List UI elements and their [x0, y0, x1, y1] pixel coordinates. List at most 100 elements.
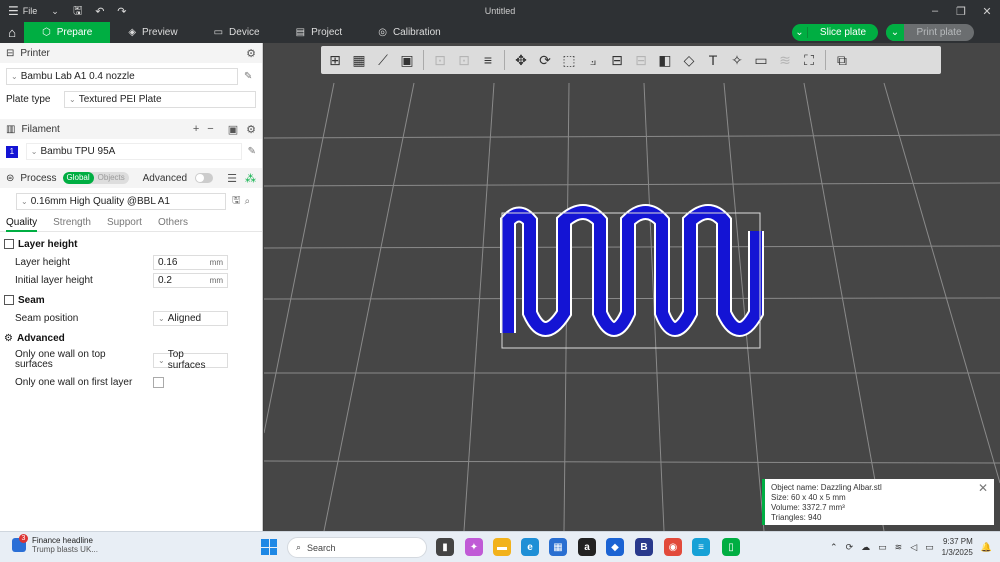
- filament-select[interactable]: ⌄ Bambu TPU 95A: [25, 143, 242, 160]
- advanced-toggle[interactable]: [195, 173, 214, 183]
- save-preset-icon[interactable]: 🖫: [232, 193, 241, 210]
- remove-icon[interactable]: −: [207, 123, 213, 136]
- seam-position-select[interactable]: ⌄ Aligned: [153, 310, 228, 326]
- tab-device[interactable]: ▭ Device: [196, 22, 278, 43]
- tab-others[interactable]: Others: [158, 214, 188, 232]
- redo-icon[interactable]: ↷: [111, 0, 133, 22]
- process-scope-toggle[interactable]: Global Objects: [62, 172, 129, 184]
- printer-select[interactable]: ⌄ Bambu Lab A1 0.4 nozzle: [6, 67, 238, 85]
- rotate-icon[interactable]: ⟳: [535, 50, 555, 70]
- bambu-studio-icon[interactable]: ▯: [722, 538, 740, 556]
- initial-layer-height-input[interactable]: 0.2 mm: [153, 272, 228, 288]
- add-plate-icon[interactable]: ▦: [349, 50, 369, 70]
- support-paint-icon[interactable]: ◧: [655, 50, 675, 70]
- one-wall-first-checkbox[interactable]: [153, 376, 164, 388]
- move-icon[interactable]: ✥: [511, 50, 531, 70]
- save-icon[interactable]: 🖫: [67, 0, 89, 22]
- text-icon[interactable]: T: [703, 50, 723, 70]
- home-icon[interactable]: ⌂: [0, 22, 24, 43]
- one-wall-top-select[interactable]: ⌄ Top surfaces: [153, 349, 228, 371]
- process-icon: ⊜: [6, 172, 15, 184]
- print-plate-button[interactable]: ⌄ Print plate: [886, 24, 974, 41]
- chrome-icon[interactable]: ◉: [664, 538, 682, 556]
- tab-project[interactable]: ▤ Project: [278, 22, 361, 43]
- minimize-button[interactable]: –: [922, 0, 948, 22]
- list-icon[interactable]: ☰: [227, 172, 237, 185]
- tab-calibration-label: Calibration: [392, 27, 441, 38]
- color-paint-icon[interactable]: ✧: [727, 50, 747, 70]
- file-menu[interactable]: ☰ File ⌄: [0, 0, 67, 22]
- filament-name: Bambu TPU 95A: [40, 146, 116, 157]
- app-icon[interactable]: ≡: [692, 538, 710, 556]
- chevron-down-icon[interactable]: ⌄: [886, 24, 904, 41]
- edit-icon[interactable]: ✎: [244, 71, 252, 82]
- layer-height-input[interactable]: 0.16 mm: [153, 254, 228, 270]
- auto-orient-icon[interactable]: ⟋: [373, 50, 393, 70]
- dropbox-icon[interactable]: ◆: [606, 538, 624, 556]
- split-objects-icon[interactable]: ⊡: [430, 50, 450, 70]
- refresh-icon[interactable]: ⟳: [846, 542, 854, 553]
- seam-paint-icon[interactable]: ◇: [679, 50, 699, 70]
- fit-view-icon[interactable]: ⛶: [799, 50, 819, 70]
- gear-icon[interactable]: ⚙: [246, 123, 256, 136]
- cut-icon[interactable]: ⊟: [607, 50, 627, 70]
- scope-global[interactable]: Global: [62, 172, 94, 184]
- measure-icon[interactable]: ▭: [751, 50, 771, 70]
- chevron-up-icon[interactable]: ⌃: [830, 542, 838, 553]
- layers-editing-icon[interactable]: ≡: [478, 50, 498, 70]
- close-window-button[interactable]: ✕: [974, 0, 1000, 22]
- tab-preview[interactable]: ◈ Preview: [110, 22, 195, 43]
- search-icon[interactable]: ⌕: [245, 196, 251, 207]
- split-parts-icon[interactable]: ⊡: [454, 50, 474, 70]
- chevron-down-icon[interactable]: ⌄: [792, 27, 808, 38]
- filament-slot-badge[interactable]: 1: [6, 145, 18, 158]
- tab-strength[interactable]: Strength: [53, 214, 91, 232]
- tab-quality[interactable]: Quality: [6, 214, 38, 232]
- add-icon[interactable]: +: [193, 123, 199, 136]
- news-widget[interactable]: Finance headline Trump blasts UK...: [12, 534, 98, 554]
- slice-plate-button[interactable]: ⌄ Slice plate: [792, 24, 878, 41]
- display-icon[interactable]: ▭: [878, 542, 887, 553]
- taskbar-search[interactable]: ⌕ Search: [287, 537, 427, 558]
- clock[interactable]: 9:37 PM 1/3/2025: [942, 536, 973, 558]
- scope-objects[interactable]: Objects: [94, 172, 129, 184]
- volume-icon[interactable]: ◁: [910, 542, 917, 553]
- add-object-icon[interactable]: ⊞: [325, 50, 345, 70]
- file-explorer-icon[interactable]: ▬: [493, 538, 511, 556]
- monitor-icon: ▭: [213, 27, 224, 38]
- copilot-icon[interactable]: ✦: [465, 538, 483, 556]
- scale-icon[interactable]: ⬚: [559, 50, 579, 70]
- gear-icon[interactable]: ⚙: [246, 47, 256, 60]
- plate-type-select[interactable]: ⌄ Textured PEI Plate: [64, 90, 256, 108]
- maximize-button[interactable]: ❐: [948, 0, 974, 22]
- filament-manager-icon[interactable]: ▣: [228, 123, 238, 136]
- task-view-icon[interactable]: ▮: [436, 538, 454, 556]
- mesh-boolean-icon[interactable]: ⊟: [631, 50, 651, 70]
- printer-icon: ⊟: [6, 47, 15, 59]
- process-preset-select[interactable]: ⌄ 0.16mm High Quality @BBL A1: [16, 192, 226, 210]
- start-button[interactable]: [261, 539, 277, 555]
- notification-icon[interactable]: 🔔: [981, 542, 992, 553]
- store-icon[interactable]: ▦: [549, 538, 567, 556]
- cloud-icon[interactable]: ☁: [861, 542, 870, 553]
- b-app-icon[interactable]: B: [635, 538, 653, 556]
- tab-calibration[interactable]: ◎ Calibration: [360, 22, 459, 43]
- tab-prepare[interactable]: ⬡ Prepare: [24, 22, 111, 43]
- assembly-icon[interactable]: ≋: [775, 50, 795, 70]
- seam-icon: [4, 295, 14, 305]
- battery-icon[interactable]: ▭: [925, 542, 934, 553]
- edit-icon[interactable]: ✎: [248, 146, 256, 157]
- lay-on-face-icon[interactable]: ⟓: [583, 50, 603, 70]
- undo-icon[interactable]: ↶: [89, 0, 111, 22]
- edge-icon[interactable]: e: [521, 538, 539, 556]
- arrange-icon[interactable]: ▣: [397, 50, 417, 70]
- close-icon[interactable]: ✕: [978, 482, 988, 494]
- tab-support[interactable]: Support: [107, 214, 142, 232]
- compare-icon[interactable]: ⁂: [245, 172, 256, 185]
- wifi-icon[interactable]: ≋: [895, 542, 903, 553]
- 3d-viewport[interactable]: ⊞ ▦ ⟋ ▣ ⊡ ⊡ ≡ ✥ ⟳ ⬚ ⟓ ⊟ ⊟ ◧ ◇ T ✧ ▭ ≋ ⛶ …: [264, 43, 1000, 531]
- object-toolbar: ⊞ ▦ ⟋ ▣ ⊡ ⊡ ≡ ✥ ⟳ ⬚ ⟓ ⊟ ⊟ ◧ ◇ T ✧ ▭ ≋ ⛶ …: [321, 46, 941, 74]
- assembly-view-icon[interactable]: ⧉: [832, 50, 852, 70]
- amazon-icon[interactable]: a: [578, 538, 596, 556]
- one-wall-first-row: Only one wall on first layer: [0, 373, 262, 391]
